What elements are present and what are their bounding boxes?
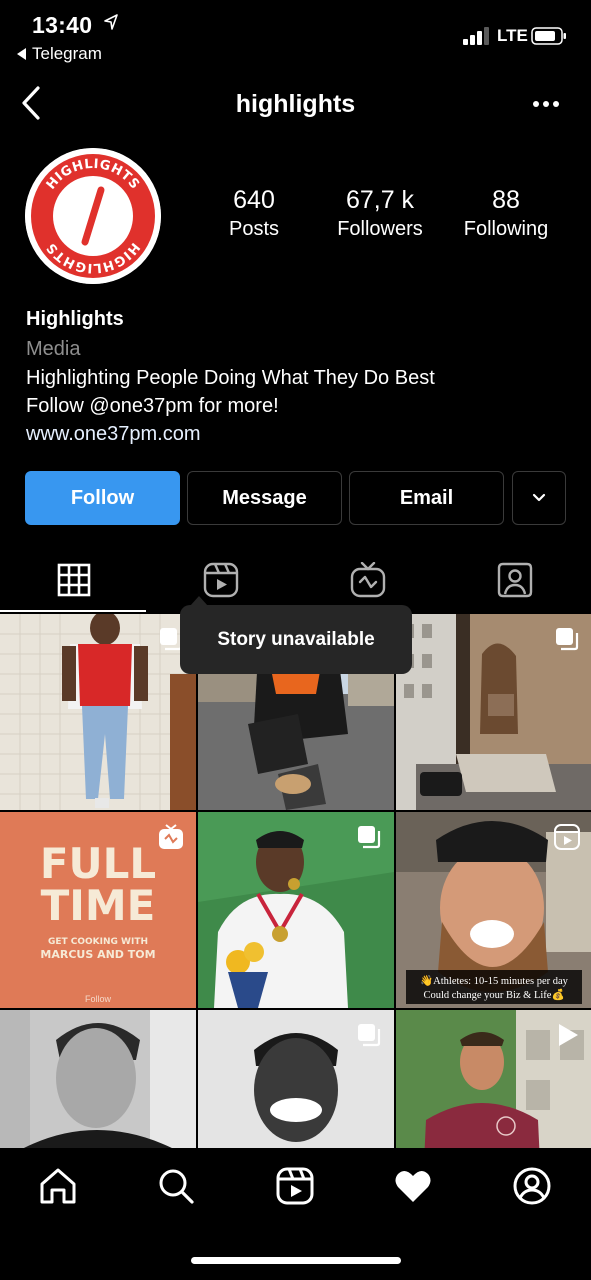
tagged-icon bbox=[497, 562, 532, 598]
signal-strength-icon bbox=[463, 27, 489, 45]
story-unavailable-tooltip: Story unavailable bbox=[180, 605, 412, 674]
grid-post[interactable] bbox=[396, 1010, 591, 1148]
post-subtitle-line-1: GET COOKING WITH bbox=[48, 937, 148, 947]
carousel-badge-icon bbox=[358, 826, 381, 849]
profile-icon[interactable] bbox=[512, 1166, 552, 1206]
stat-value: 88 bbox=[492, 186, 520, 214]
back-triangle-icon bbox=[17, 48, 26, 60]
stat-value: 67,7 k bbox=[345, 186, 415, 214]
post-caption-line-1: 👋Athletes: 10-15 minutes per day bbox=[420, 974, 569, 987]
search-icon[interactable] bbox=[156, 1166, 196, 1206]
heart-icon[interactable] bbox=[393, 1166, 433, 1206]
carousel-badge-icon bbox=[556, 628, 579, 651]
grid-post[interactable] bbox=[396, 614, 591, 810]
stat-label: Followers bbox=[337, 218, 423, 240]
reels-badge-icon bbox=[554, 824, 580, 850]
message-button[interactable]: Message bbox=[187, 471, 342, 525]
reels-icon[interactable] bbox=[275, 1166, 315, 1206]
follow-button[interactable]: Follow bbox=[25, 471, 180, 525]
profile-tabs bbox=[0, 548, 591, 612]
home-indicator[interactable] bbox=[191, 1257, 401, 1264]
status-time: 13:40 bbox=[32, 12, 93, 38]
post-image bbox=[0, 1010, 196, 1148]
more-options-icon[interactable] bbox=[530, 94, 562, 114]
status-bar: 13:40 Telegram LTE bbox=[0, 0, 591, 72]
profile-category: Media bbox=[26, 338, 81, 360]
post-title-line-2: TIME bbox=[41, 881, 156, 930]
carousel-badge-icon bbox=[358, 1024, 381, 1047]
email-button[interactable]: Email bbox=[349, 471, 504, 525]
grid-post[interactable] bbox=[0, 1010, 196, 1148]
tab-grid[interactable] bbox=[0, 548, 147, 612]
bio-line: Follow @one37pm for more! bbox=[26, 395, 279, 417]
profile-bio: Highlights Media Highlighting People Doi… bbox=[26, 306, 566, 448]
grid-post[interactable]: FULL TIME GET COOKING WITH MARCUS AND TO… bbox=[0, 812, 196, 1008]
profile-header: highlights bbox=[0, 72, 591, 136]
stat-value: 640 bbox=[233, 186, 275, 214]
back-to-app-link[interactable]: Telegram bbox=[17, 44, 102, 64]
grid-icon bbox=[57, 563, 90, 597]
tab-igtv[interactable] bbox=[294, 548, 441, 612]
location-arrow-icon bbox=[104, 14, 118, 30]
tab-tagged[interactable] bbox=[441, 548, 588, 612]
profile-name: Highlights bbox=[26, 308, 124, 330]
posts-count: 640 Posts bbox=[214, 186, 294, 241]
post-subtitle-line-2: MARCUS AND TOM bbox=[40, 948, 155, 961]
battery-icon bbox=[531, 27, 566, 45]
igtv-badge-icon bbox=[159, 824, 183, 849]
video-badge-icon bbox=[559, 1024, 578, 1046]
reels-icon bbox=[203, 562, 238, 598]
bio-line: Highlighting People Doing What They Do B… bbox=[26, 367, 435, 389]
post-caption-line-2: Could change your Biz & Life💰 bbox=[423, 988, 564, 1001]
tab-reels[interactable] bbox=[147, 548, 294, 612]
network-type: LTE bbox=[497, 26, 528, 45]
grid-post[interactable]: 👋Athletes: 10-15 minutes per day Could c… bbox=[396, 812, 591, 1008]
grid-post[interactable] bbox=[0, 614, 196, 810]
page-title: highlights bbox=[235, 90, 356, 118]
stat-label: Posts bbox=[228, 218, 280, 240]
following-count[interactable]: 88 Following bbox=[452, 186, 560, 241]
home-icon[interactable] bbox=[38, 1166, 78, 1206]
posts-grid: FULL TIME GET COOKING WITH MARCUS AND TO… bbox=[0, 614, 591, 1148]
grid-post[interactable] bbox=[198, 812, 394, 1008]
post-footer-text: Follow bbox=[85, 994, 112, 1004]
followers-count[interactable]: 67,7 k Followers bbox=[326, 186, 434, 241]
suggested-accounts-button[interactable] bbox=[512, 471, 566, 525]
stat-label: Following bbox=[463, 218, 549, 240]
profile-avatar[interactable]: HIGHLIGHTS HIGHLIGHTS bbox=[25, 148, 161, 284]
back-app-label: Telegram bbox=[32, 44, 102, 63]
active-tab-indicator bbox=[0, 610, 146, 612]
website-link[interactable]: www.one37pm.com bbox=[26, 420, 566, 448]
igtv-icon bbox=[350, 562, 385, 598]
chevron-down-icon bbox=[532, 493, 546, 502]
grid-post[interactable] bbox=[198, 1010, 394, 1148]
